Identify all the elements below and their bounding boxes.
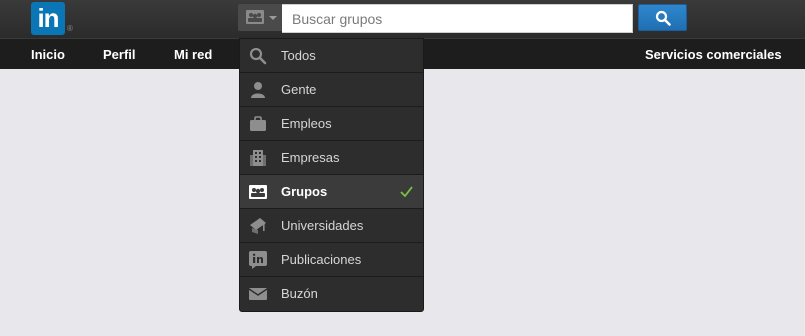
person-icon bbox=[251, 82, 265, 98]
dropdown-item-label: Todos bbox=[281, 48, 316, 63]
search-icon bbox=[655, 10, 671, 26]
university-icon bbox=[250, 218, 266, 234]
dropdown-item-label: Empleos bbox=[281, 116, 332, 131]
envelope-icon bbox=[249, 288, 267, 300]
dropdown-item-empresas[interactable]: Empresas bbox=[240, 141, 423, 175]
checkmark-icon bbox=[400, 186, 413, 197]
linkedin-logo[interactable]: in bbox=[31, 2, 65, 35]
dropdown-item-publicaciones[interactable]: Publicaciones bbox=[240, 243, 423, 277]
search-scope-button[interactable] bbox=[238, 4, 282, 31]
nav-item-servicios-comerciales[interactable]: Servicios comerciales bbox=[645, 47, 782, 62]
search-icon bbox=[249, 47, 267, 65]
registered-mark: ® bbox=[67, 24, 73, 33]
building-icon bbox=[250, 150, 266, 166]
dropdown-item-label: Universidades bbox=[281, 218, 364, 233]
dropdown-item-todos[interactable]: Todos bbox=[240, 39, 423, 73]
dropdown-item-empleos[interactable]: Empleos bbox=[240, 107, 423, 141]
dropdown-item-grupos[interactable]: Grupos bbox=[240, 175, 423, 209]
briefcase-icon bbox=[250, 116, 266, 131]
search-scope-dropdown: Todos Gente Empleos Empresas Grupos Univ… bbox=[239, 38, 424, 312]
dropdown-item-label: Grupos bbox=[281, 184, 328, 199]
linkedin-post-icon bbox=[249, 251, 267, 269]
groups-icon bbox=[249, 185, 267, 199]
dropdown-item-buzon[interactable]: Buzón bbox=[240, 277, 423, 311]
top-bar: in ® bbox=[0, 0, 805, 38]
search-input[interactable] bbox=[282, 4, 633, 33]
nav-item-mi-red[interactable]: Mi red bbox=[174, 47, 212, 62]
search-button[interactable] bbox=[638, 4, 687, 31]
groups-icon bbox=[246, 10, 264, 24]
chevron-down-icon bbox=[269, 16, 277, 20]
dropdown-item-label: Publicaciones bbox=[281, 252, 362, 267]
dropdown-item-universidades[interactable]: Universidades bbox=[240, 209, 423, 243]
dropdown-item-label: Buzón bbox=[281, 286, 318, 301]
dropdown-item-label: Gente bbox=[281, 82, 317, 97]
nav-item-perfil[interactable]: Perfil bbox=[103, 47, 136, 62]
dropdown-item-gente[interactable]: Gente bbox=[240, 73, 423, 107]
dropdown-item-label: Empresas bbox=[281, 150, 340, 165]
nav-item-inicio[interactable]: Inicio bbox=[31, 47, 65, 62]
